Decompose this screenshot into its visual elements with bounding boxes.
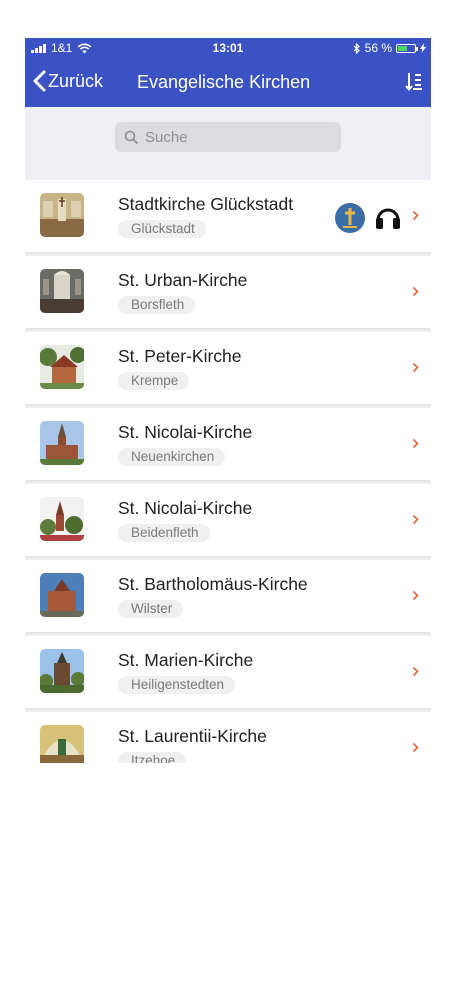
church-name: St. Nicolai-Kirche xyxy=(118,498,253,518)
bluetooth-icon xyxy=(353,42,360,54)
chevron-right-icon xyxy=(412,210,419,221)
church-thumbnail xyxy=(40,193,84,237)
chevron-right-icon xyxy=(412,666,419,677)
chevron-right-icon xyxy=(412,590,419,601)
sort-button[interactable] xyxy=(405,70,423,97)
church-place: Wilster xyxy=(118,600,184,618)
church-place: Krempe xyxy=(118,372,190,390)
page-title: Evangelische Kirchen xyxy=(137,72,311,92)
list-item[interactable]: Stadtkirche Glückstadt Glückstadt xyxy=(25,180,431,252)
status-bar: 1&1 13:01 56 % xyxy=(25,38,431,58)
cross-badge-icon[interactable] xyxy=(334,202,366,234)
church-thumbnail xyxy=(40,725,84,763)
chevron-right-icon xyxy=(412,286,419,297)
chevron-right-icon xyxy=(412,514,419,525)
church-thumbnail xyxy=(40,649,84,693)
status-right: 56 % xyxy=(353,41,426,55)
church-place: Itzehoe xyxy=(118,752,187,763)
charging-icon xyxy=(420,43,426,53)
church-name: St. Laurentii-Kirche xyxy=(118,726,267,746)
church-thumbnail xyxy=(40,269,84,313)
church-name: Stadtkirche Glückstadt xyxy=(118,194,294,214)
church-name: St. Nicolai-Kirche xyxy=(118,422,253,442)
navigation-bar: Zurück Evangelische Kirchen xyxy=(25,58,431,107)
list-item[interactable]: St. Nicolai-Kirche Neuenkirchen xyxy=(25,408,431,480)
headphones-icon[interactable] xyxy=(375,203,401,231)
church-place: Neuenkirchen xyxy=(118,448,226,466)
list-item[interactable]: St. Peter-Kirche Krempe xyxy=(25,332,431,404)
app-screen: 1&1 13:01 56 % Zurück Evangelische Kirch… xyxy=(25,38,431,763)
list-item[interactable]: St. Urban-Kirche Borsfleth xyxy=(25,256,431,328)
church-thumbnail xyxy=(40,345,84,389)
church-thumbnail xyxy=(40,573,84,617)
church-place: Borsfleth xyxy=(118,296,196,314)
search-input[interactable]: Suche xyxy=(115,122,341,152)
list-item[interactable]: St. Nicolai-Kirche Beidenfleth xyxy=(25,484,431,556)
church-thumbnail xyxy=(40,421,84,465)
church-place: Beidenfleth xyxy=(118,524,210,542)
church-name: St. Urban-Kirche xyxy=(118,270,248,290)
back-label: Zurück xyxy=(48,70,104,91)
church-thumbnail xyxy=(40,497,84,541)
church-name: St. Marien-Kirche xyxy=(118,650,254,670)
search-icon xyxy=(124,130,139,144)
chevron-left-icon xyxy=(33,70,46,92)
battery-icon xyxy=(396,43,418,53)
church-place: Glückstadt xyxy=(118,220,206,238)
church-name: St. Bartholomäus-Kirche xyxy=(118,574,308,594)
search-placeholder: Suche xyxy=(145,128,188,146)
sort-icon xyxy=(405,73,422,92)
list-item[interactable]: St. Marien-Kirche Heiligenstedten xyxy=(25,636,431,708)
church-list: Stadtkirche Glückstadt Glückstadt St. Ur… xyxy=(25,180,431,763)
chevron-right-icon xyxy=(412,362,419,373)
back-button[interactable]: Zurück xyxy=(33,70,103,92)
chevron-right-icon xyxy=(412,742,419,753)
church-place: Heiligenstedten xyxy=(118,676,236,694)
list-item[interactable]: St. Laurentii-Kirche Itzehoe xyxy=(25,712,431,763)
chevron-right-icon xyxy=(412,438,419,449)
search-area: Suche xyxy=(25,107,431,180)
battery-percent: 56 % xyxy=(364,41,392,55)
church-name: St. Peter-Kirche xyxy=(118,346,242,366)
list-item[interactable]: St. Bartholomäus-Kirche Wilster xyxy=(25,560,431,632)
